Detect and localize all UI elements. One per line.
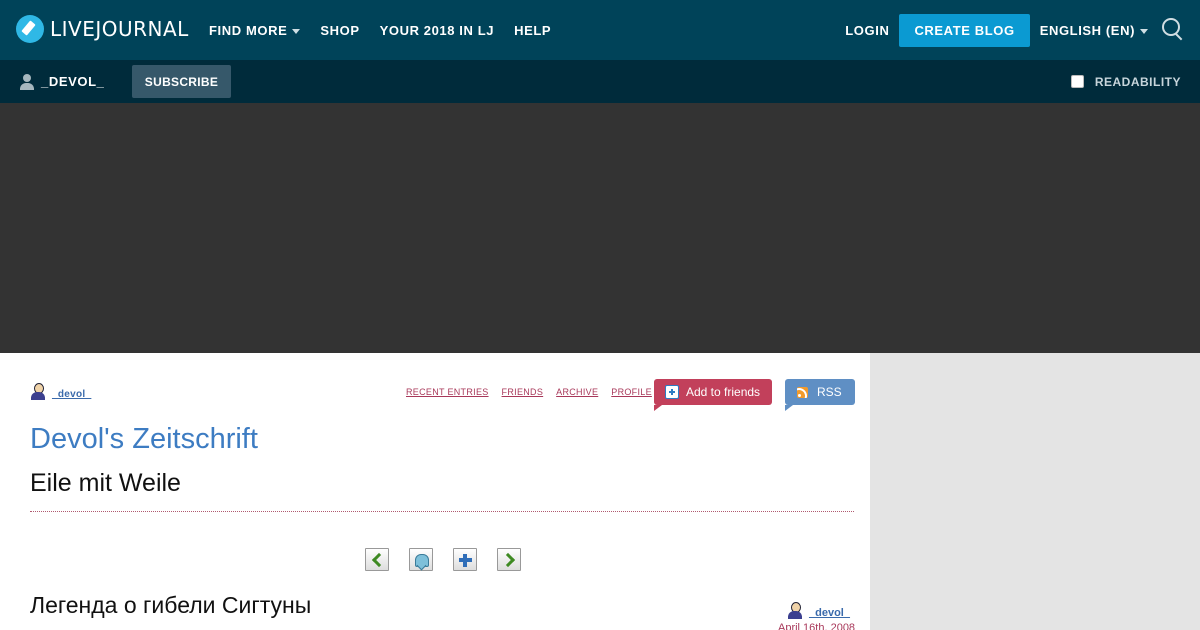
language-selector[interactable]: ENGLISH (EN) xyxy=(1040,23,1148,38)
journal-header-username: _devol_ xyxy=(52,389,92,400)
create-blog-button[interactable]: CREATE BLOG xyxy=(899,13,1030,47)
add-to-memories-heart-icon[interactable] xyxy=(409,548,433,571)
search-icon[interactable] xyxy=(1158,15,1192,45)
next-entry-arrow-icon[interactable] xyxy=(497,548,521,571)
user-icon xyxy=(20,73,34,90)
readability-checkbox[interactable] xyxy=(1070,75,1084,88)
journal-owner[interactable]: _DEVOL_ xyxy=(20,60,104,103)
journal-subbar: _DEVOL_ SUBSCRIBE READABILITY xyxy=(0,60,1200,103)
login-link[interactable]: LOGIN xyxy=(845,23,889,38)
tell-a-friend-plus-icon[interactable] xyxy=(453,548,477,571)
rss-icon xyxy=(797,386,808,398)
livejournal-logo[interactable]: LIVEJOURNAL xyxy=(16,15,189,43)
user-nav: LOGIN CREATE BLOG ENGLISH (EN) xyxy=(845,0,1200,60)
link-recent-entries[interactable]: RECENT ENTRIES xyxy=(406,387,489,397)
nav-shop[interactable]: SHOP xyxy=(320,23,359,38)
language-label: ENGLISH (EN) xyxy=(1039,22,1135,38)
userinfo-icon xyxy=(30,383,46,400)
main-nav: FIND MORE SHOP YOUR 2018 IN LJ HELP xyxy=(209,0,571,60)
divider xyxy=(30,511,854,512)
nav-find-more[interactable]: FIND MORE xyxy=(209,22,301,38)
link-friends[interactable]: FRIENDS xyxy=(502,387,544,397)
journal-header-user[interactable]: _devol_ xyxy=(30,383,91,400)
sidebar-area xyxy=(870,353,1200,630)
link-archive[interactable]: ARCHIVE xyxy=(556,387,598,397)
journal-nav-links: RECENT ENTRIES FRIENDS ARCHIVE PROFILE xyxy=(406,387,665,397)
subscribe-button[interactable]: SUBSCRIBE xyxy=(132,65,231,98)
journal-content: _devol_ RECENT ENTRIES FRIENDS ARCHIVE P… xyxy=(0,353,870,630)
readability-label: READABILITY xyxy=(1094,74,1181,89)
nav-find-more-label: FIND MORE xyxy=(209,22,288,38)
entry-author-name: _devol_ xyxy=(809,607,850,619)
link-profile[interactable]: PROFILE xyxy=(611,387,652,397)
nav-your-2018[interactable]: YOUR 2018 IN LJ xyxy=(380,23,495,38)
journal-owner-name: _DEVOL_ xyxy=(41,74,105,89)
previous-entry-arrow-icon[interactable] xyxy=(365,548,389,571)
ad-banner-area xyxy=(0,103,1200,353)
add-to-friends-label: Add to friends xyxy=(686,385,761,399)
add-to-friends-button[interactable]: Add to friends xyxy=(654,379,772,411)
rss-button[interactable]: RSS xyxy=(785,379,855,411)
chevron-down-icon xyxy=(1140,28,1148,34)
logo-text: LIVEJOURNAL xyxy=(50,17,189,41)
entry-author[interactable]: _devol_ xyxy=(787,602,850,619)
readability-toggle[interactable]: READABILITY xyxy=(1070,60,1181,103)
top-navbar: LIVEJOURNAL FIND MORE SHOP YOUR 2018 IN … xyxy=(0,0,1200,60)
userinfo-icon xyxy=(787,602,803,619)
livejournal-logo-icon xyxy=(16,15,44,43)
nav-help[interactable]: HELP xyxy=(514,23,551,38)
rss-label: RSS xyxy=(817,385,842,399)
entry-title: Легенда о гибели Сигтуны xyxy=(30,592,312,618)
add-friend-icon xyxy=(665,385,679,399)
chevron-down-icon xyxy=(292,28,301,34)
journal-title[interactable]: Devol's Zeitschrift xyxy=(30,423,258,456)
entry-navigation xyxy=(365,548,541,571)
journal-subtitle: Eile mit Weile xyxy=(30,469,181,497)
entry-date[interactable]: April 16th, 2008 xyxy=(778,622,855,630)
